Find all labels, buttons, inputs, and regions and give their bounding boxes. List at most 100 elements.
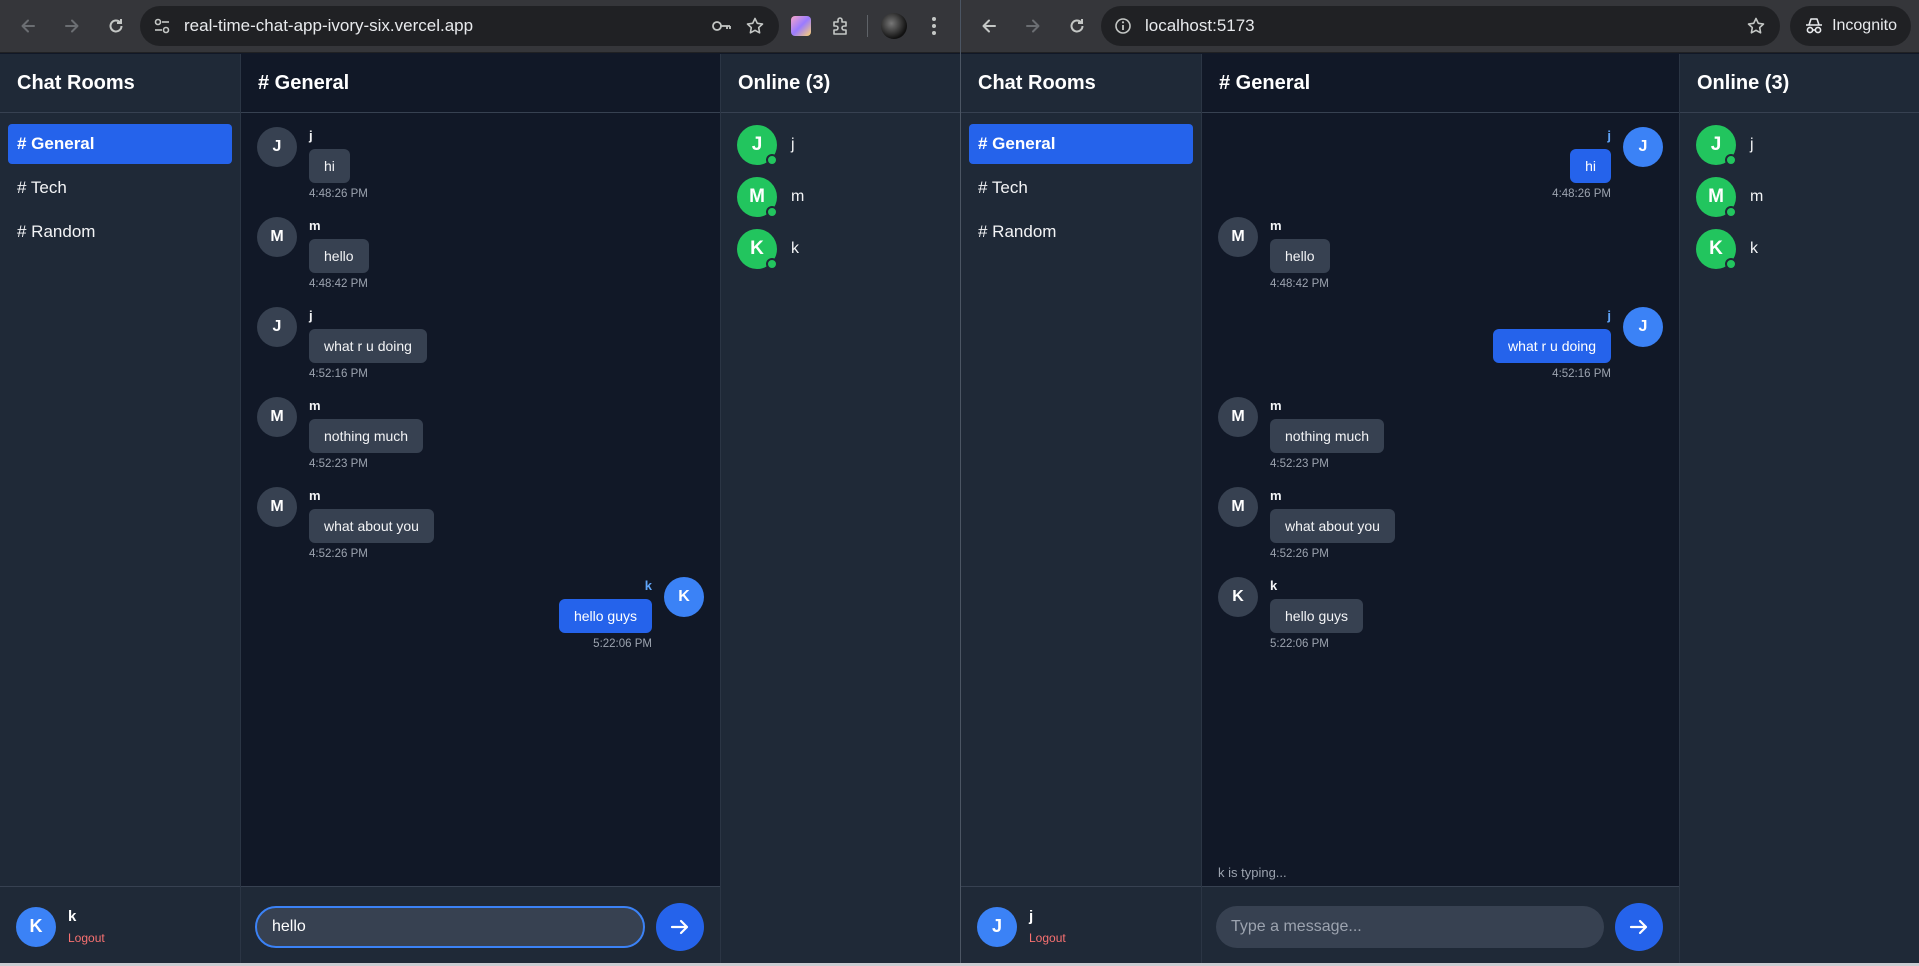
online-user-name: m	[791, 188, 805, 205]
online-user-list: J j M m K k	[721, 113, 960, 293]
message-time: 4:52:26 PM	[1270, 548, 1329, 560]
back-icon[interactable]	[969, 6, 1009, 46]
message-time: 4:48:42 PM	[1270, 278, 1329, 290]
message-composer	[241, 886, 720, 966]
rooms-title: Chat Rooms	[0, 54, 240, 113]
online-user: J j	[1696, 125, 1903, 166]
url-text: real-time-chat-app-ivory-six.vercel.app	[184, 16, 474, 35]
message-own: J j hi 4:48:26 PM	[1218, 127, 1663, 200]
message: M m nothing much 4:52:23 PM	[257, 397, 704, 470]
address-bar[interactable]: real-time-chat-app-ivory-six.vercel.app	[140, 6, 779, 46]
puzzle-icon[interactable]	[823, 8, 859, 44]
url-text: localhost:5173	[1145, 16, 1255, 35]
send-arrow-icon	[1629, 919, 1648, 934]
message-time: 4:52:16 PM	[1552, 368, 1611, 380]
back-icon[interactable]	[8, 6, 48, 46]
message: M m what about you 4:52:26 PM	[257, 487, 704, 560]
message-input[interactable]	[255, 905, 645, 948]
message-author: m	[309, 488, 321, 503]
browser-toolbar: localhost:5173 Incognito	[961, 0, 1919, 53]
avatar: K	[1218, 577, 1258, 617]
message: K k hello guys 5:22:06 PM	[1218, 577, 1663, 650]
message-author: m	[1270, 398, 1282, 413]
avatar: M	[257, 397, 297, 437]
message-bubble: hi	[309, 149, 350, 183]
message-time: 4:48:42 PM	[309, 278, 368, 290]
info-icon[interactable]	[1111, 14, 1135, 38]
online-user: M m	[737, 177, 944, 218]
message-bubble: what about you	[309, 509, 434, 543]
avatar: K	[1696, 229, 1737, 270]
message-author: k	[1270, 578, 1278, 593]
avatar: J	[1696, 125, 1737, 166]
message: M m hello 4:48:42 PM	[257, 217, 704, 290]
message-time: 4:48:26 PM	[309, 188, 368, 200]
online-dot	[1725, 258, 1737, 270]
online-dot	[766, 206, 778, 218]
message-author: j	[1607, 128, 1611, 143]
room-item-random[interactable]: # Random	[8, 212, 232, 252]
tune-icon[interactable]	[150, 14, 174, 38]
address-bar[interactable]: localhost:5173	[1101, 6, 1781, 46]
online-user-name: k	[791, 240, 799, 257]
room-item-general[interactable]: # General	[969, 124, 1193, 164]
star-icon[interactable]	[743, 14, 767, 38]
current-user-name: k	[68, 908, 77, 925]
message-time: 4:48:26 PM	[1552, 188, 1611, 200]
avatar: J	[257, 307, 297, 347]
incognito-icon	[1806, 18, 1823, 34]
browser-toolbar: real-time-chat-app-ivory-six.vercel.app	[0, 0, 960, 53]
online-title: Online (3)	[721, 54, 960, 113]
room-item-tech[interactable]: # Tech	[8, 168, 232, 208]
avatar: K	[664, 577, 704, 617]
profile-avatar[interactable]	[876, 8, 912, 44]
message: J j hi 4:48:26 PM	[257, 127, 704, 200]
incognito-badge[interactable]: Incognito	[1790, 6, 1911, 46]
message-author: k	[644, 578, 652, 593]
chat-title: # General	[241, 54, 720, 113]
reload-icon[interactable]	[1057, 6, 1097, 46]
message-time: 5:22:06 PM	[593, 638, 652, 650]
online-users-panel: Online (3) J j M m K k	[721, 54, 960, 966]
message: J j what r u doing 4:52:16 PM	[257, 307, 704, 380]
avatar: M	[1218, 217, 1258, 257]
message-bubble: hello	[309, 239, 369, 273]
send-button[interactable]	[656, 902, 704, 951]
message-time: 5:22:06 PM	[1270, 638, 1329, 650]
message-author: j	[1607, 308, 1611, 323]
avatar: M	[1218, 487, 1258, 527]
message-bubble: nothing much	[1270, 419, 1385, 453]
extension-app-icon[interactable]	[783, 8, 819, 44]
message-author: j	[309, 128, 313, 143]
star-icon[interactable]	[1744, 14, 1768, 38]
reload-icon[interactable]	[96, 6, 136, 46]
avatar: J	[257, 127, 297, 167]
chat-app: Chat Rooms # General # Tech # Random K k…	[0, 54, 960, 966]
send-arrow-icon	[670, 919, 689, 934]
avatar: J	[977, 906, 1017, 947]
message-time: 4:52:23 PM	[309, 458, 368, 470]
message-bubble: hi	[1570, 149, 1611, 183]
forward-icon[interactable]	[52, 6, 92, 46]
rooms-sidebar: Chat Rooms # General # Tech # Random J j…	[961, 54, 1202, 966]
logout-link[interactable]: Logout	[1029, 931, 1066, 945]
chat-panel: # General J j hi 4:48:26 PM M m hello 4:…	[1202, 54, 1680, 966]
key-icon[interactable]	[709, 14, 733, 38]
avatar: K	[737, 229, 778, 270]
room-item-general[interactable]: # General	[8, 124, 232, 164]
logout-link[interactable]: Logout	[68, 931, 105, 945]
send-button[interactable]	[1615, 902, 1663, 951]
message-time: 4:52:26 PM	[309, 548, 368, 560]
avatar: M	[257, 487, 297, 527]
message-bubble: what r u doing	[309, 329, 427, 363]
message-bubble: hello guys	[1270, 599, 1364, 633]
message-bubble: what about you	[1270, 509, 1395, 543]
forward-icon[interactable]	[1013, 6, 1053, 46]
browser-window-right: localhost:5173 Incognito Chat Rooms # Ge…	[961, 0, 1919, 966]
online-user: J j	[737, 125, 944, 166]
room-item-random[interactable]: # Random	[969, 212, 1193, 252]
kebab-menu-icon[interactable]	[916, 8, 952, 44]
online-user-name: j	[791, 136, 795, 153]
message-input[interactable]	[1216, 905, 1604, 948]
room-item-tech[interactable]: # Tech	[969, 168, 1193, 208]
